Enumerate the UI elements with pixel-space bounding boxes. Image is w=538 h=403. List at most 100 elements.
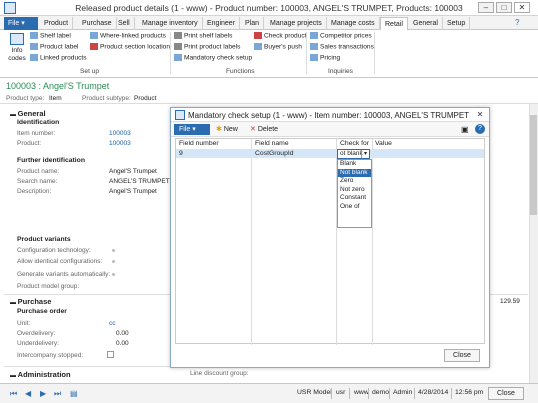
- product-field-label: Product:: [17, 140, 42, 147]
- section-purchase-title: Purchase: [17, 297, 52, 306]
- option-one-of[interactable]: One of: [338, 203, 371, 212]
- dialog-file-menu[interactable]: File ▾: [174, 124, 210, 135]
- buyers-push-icon: [254, 43, 262, 50]
- option-zero[interactable]: Zero: [338, 177, 371, 186]
- pricing-label: Pricing: [320, 54, 341, 62]
- status-divider: [331, 388, 332, 399]
- col-header-field-name[interactable]: Field name: [255, 140, 289, 147]
- status-bar: ⏮ ◀ ▶ ⏭ ▤ USR Model usr www demo Admin 4…: [0, 383, 538, 403]
- unit-value[interactable]: cc: [109, 320, 116, 327]
- tab-engineer[interactable]: Engineer: [203, 17, 241, 30]
- tab-manage-projects[interactable]: Manage projects: [266, 17, 327, 30]
- close-window-button[interactable]: ✕: [514, 2, 530, 13]
- check-for-current-value: ot blank: [340, 150, 363, 157]
- new-button[interactable]: ✱ New: [216, 125, 238, 133]
- tab-product[interactable]: Product: [40, 17, 74, 30]
- section-purchase-header[interactable]: ▬ Purchase: [10, 297, 51, 306]
- scrollbar-thumb[interactable]: [530, 115, 537, 215]
- intercompany-stopped-checkbox[interactable]: [107, 351, 114, 358]
- status-divider: [451, 388, 452, 399]
- tab-manage-costs[interactable]: Manage costs: [327, 17, 380, 30]
- table-row[interactable]: [176, 149, 484, 158]
- ribbon-divider: [170, 32, 171, 74]
- tab-sell[interactable]: Sell: [114, 17, 135, 30]
- tab-purchase[interactable]: Purchase: [78, 17, 117, 30]
- col-header-value[interactable]: Value: [375, 140, 392, 147]
- section-administration-title: Administration: [17, 370, 71, 379]
- check-for-select[interactable]: ot blank ▾: [337, 149, 370, 159]
- section-general-title: General: [17, 109, 46, 118]
- info-codes-button[interactable]: Info codes: [6, 33, 28, 65]
- shelf-label-button[interactable]: Shelf label: [30, 32, 71, 39]
- pricing-button[interactable]: Pricing: [310, 54, 340, 61]
- next-record-icon[interactable]: ▶: [40, 389, 46, 398]
- product-name-value[interactable]: Angel'S Trumpet: [109, 168, 157, 175]
- maximize-button[interactable]: □: [496, 2, 512, 13]
- sales-transactions-button[interactable]: Sales transactions: [310, 43, 374, 50]
- linked-products-button[interactable]: Linked products: [30, 54, 87, 61]
- print-product-labels-label: Print product labels: [184, 43, 241, 51]
- tab-retail[interactable]: Retail: [380, 17, 408, 30]
- main-close-button[interactable]: Close: [488, 387, 524, 400]
- purchase-order-heading: Purchase order: [17, 308, 67, 315]
- item-number-value[interactable]: 100003: [109, 130, 131, 137]
- pricing-icon: [310, 54, 318, 61]
- col-header-check-for[interactable]: Check for: [340, 140, 369, 147]
- search-name-value[interactable]: ANGEL'S TRUMPET: [109, 178, 170, 185]
- where-linked-label: Where-linked products: [100, 32, 166, 40]
- product-field-value[interactable]: 100003: [109, 140, 131, 147]
- col-header-field-number[interactable]: Field number: [179, 140, 219, 147]
- help-icon[interactable]: ?: [515, 18, 519, 27]
- status-divider: [389, 388, 390, 399]
- tab-manage-inventory[interactable]: Manage inventory: [138, 17, 203, 30]
- dialog-close-button[interactable]: Close: [444, 349, 480, 362]
- product-name-label: Product name:: [17, 168, 60, 175]
- generate-variants-label: Generate variants automatically:: [17, 271, 111, 278]
- tab-plan[interactable]: Plan: [241, 17, 265, 30]
- option-not-blank[interactable]: Not blank: [338, 168, 371, 177]
- layout-icon[interactable]: ▣: [461, 125, 469, 134]
- status-layer: usr: [336, 389, 346, 396]
- product-label-button[interactable]: Product label: [30, 43, 79, 50]
- purchase-price-value: 129.59: [500, 298, 520, 305]
- ribbon-tabs: File ▾ Product Purchase Sell Manage inve…: [0, 16, 538, 30]
- chevron-down-icon[interactable]: ▾: [361, 150, 369, 158]
- tab-setup[interactable]: Setup: [443, 17, 471, 30]
- ribbon-divider: [306, 32, 307, 74]
- row-field-name[interactable]: CostGroupId: [255, 150, 294, 157]
- competitor-prices-label: Competitor prices: [320, 32, 372, 40]
- option-not-zero[interactable]: Not zero: [338, 186, 371, 195]
- first-record-icon[interactable]: ⏮: [10, 389, 17, 399]
- dialog-close-icon[interactable]: ✕: [473, 109, 487, 120]
- previous-record-icon[interactable]: ◀: [25, 389, 31, 398]
- mandatory-check-setup-button[interactable]: Mandatory check setup: [174, 54, 252, 61]
- section-location-icon: [90, 43, 98, 50]
- minimize-button[interactable]: –: [478, 2, 494, 13]
- check-product-button[interactable]: Check product: [254, 32, 307, 39]
- section-administration-header[interactable]: ▬ Administration: [10, 370, 71, 379]
- printer-icon: [174, 43, 182, 50]
- underdelivery-value[interactable]: 0.00: [116, 340, 129, 347]
- print-product-labels-button[interactable]: Print product labels: [174, 43, 240, 50]
- info-codes-label: Info codes: [8, 47, 26, 62]
- tab-file[interactable]: File ▾: [4, 17, 38, 30]
- option-constant[interactable]: Constant: [338, 194, 371, 203]
- competitor-prices-button[interactable]: Competitor prices: [310, 32, 372, 39]
- overdelivery-value[interactable]: 0.00: [116, 330, 129, 337]
- description-value[interactable]: Angel'S Trumpet: [109, 188, 157, 195]
- unit-label: Unit:: [17, 320, 31, 327]
- row-field-number[interactable]: 9: [179, 150, 183, 157]
- last-record-icon[interactable]: ⏭: [54, 389, 61, 399]
- product-section-location-button[interactable]: Product section location: [90, 43, 170, 50]
- dialog-help-icon[interactable]: ?: [475, 124, 485, 134]
- option-blank[interactable]: Blank: [338, 160, 371, 169]
- buyers-push-button[interactable]: Buyer's push: [254, 43, 302, 50]
- where-linked-products-button[interactable]: Where-linked products: [90, 32, 166, 39]
- print-shelf-labels-button[interactable]: Print shelf labels: [174, 32, 232, 39]
- delete-button[interactable]: ✕ Delete: [250, 125, 278, 133]
- tab-general[interactable]: General: [409, 17, 443, 30]
- section-divider: [4, 366, 184, 367]
- section-general-header[interactable]: ▬ General: [10, 109, 46, 118]
- attachments-icon[interactable]: ▤: [70, 389, 78, 398]
- allow-identical-value: [112, 260, 115, 263]
